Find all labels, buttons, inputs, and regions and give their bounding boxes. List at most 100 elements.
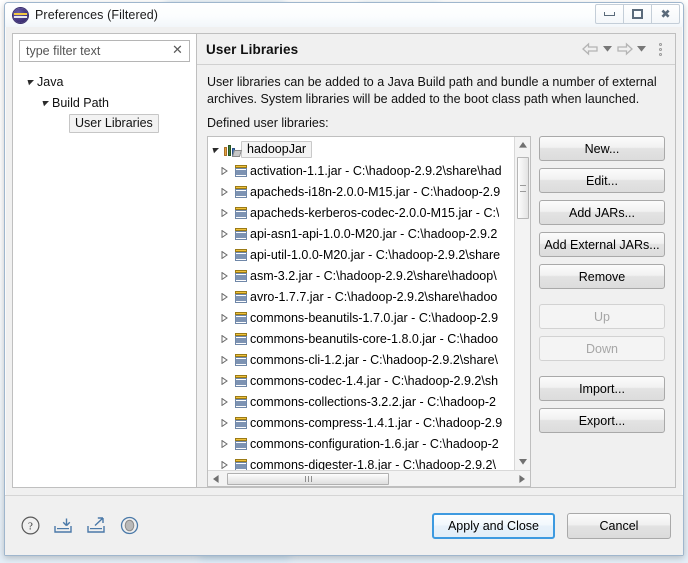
library-entry-row[interactable]: commons-compress-1.4.1.jar - C:\hadoop-2… <box>208 412 514 433</box>
remove-button[interactable]: Remove <box>539 264 665 289</box>
filter-input[interactable] <box>19 40 190 62</box>
expand-arrow-icon[interactable] <box>217 313 232 322</box>
back-arrow-icon[interactable] <box>582 42 599 56</box>
sidebar-item-build-path[interactable]: Build Path <box>19 92 190 113</box>
scroll-down-icon[interactable] <box>515 454 531 470</box>
library-entry-row[interactable]: commons-beanutils-1.7.0.jar - C:\hadoop-… <box>208 307 514 328</box>
library-root-row[interactable]: hadoopJar <box>208 139 514 160</box>
svg-text:?: ? <box>28 521 33 533</box>
library-entry-label: apacheds-kerberos-codec-2.0.0-M15.jar - … <box>250 205 500 220</box>
expand-arrow-icon[interactable] <box>217 292 232 301</box>
library-entry-row[interactable]: commons-collections-3.2.2.jar - C:\hadoo… <box>208 391 514 412</box>
sidebar-item-user-libraries[interactable]: User Libraries <box>19 113 190 134</box>
page-description: User libraries can be added to a Java Bu… <box>207 75 657 106</box>
vertical-scrollbar[interactable] <box>514 137 530 470</box>
expand-arrow-icon[interactable] <box>217 418 232 427</box>
sidebar-item-label: Build Path <box>52 95 109 110</box>
horizontal-scroll-thumb[interactable] <box>227 472 389 485</box>
sidebar-item-label: User Libraries <box>69 114 159 133</box>
library-entry-row[interactable]: commons-configuration-1.6.jar - C:\hadoo… <box>208 433 514 454</box>
apply-and-close-button[interactable]: Apply and Close <box>431 512 555 539</box>
library-entry-label: commons-beanutils-core-1.8.0.jar - C:\ha… <box>250 331 499 346</box>
cancel-button[interactable]: Cancel <box>567 512 671 539</box>
expand-arrow-icon[interactable] <box>40 99 52 107</box>
window-controls: ✖ <box>595 4 680 24</box>
new-button[interactable]: New... <box>539 136 665 161</box>
export-preferences-icon[interactable] <box>85 515 107 537</box>
library-entry-row[interactable]: commons-cli-1.2.jar - C:\hadoop-2.9.2\sh… <box>208 349 514 370</box>
export-button[interactable]: Export... <box>539 408 665 433</box>
library-entry-label: avro-1.7.7.jar - C:\hadoop-2.9.2\share\h… <box>250 289 498 304</box>
footer-buttons: Apply and Close Cancel <box>431 512 671 539</box>
jar-icon <box>232 458 250 470</box>
expand-arrow-icon[interactable] <box>217 439 232 448</box>
expand-arrow-icon[interactable] <box>217 376 232 385</box>
library-entry-label: commons-codec-1.4.jar - C:\hadoop-2.9.2\… <box>250 373 499 388</box>
expand-arrow-icon[interactable] <box>217 397 232 406</box>
library-entry-row[interactable]: commons-beanutils-core-1.8.0.jar - C:\ha… <box>208 328 514 349</box>
add-jars-button[interactable]: Add JARs... <box>539 200 665 225</box>
jar-icon <box>232 185 250 199</box>
jar-icon <box>232 269 250 283</box>
scroll-right-icon[interactable] <box>514 471 530 487</box>
library-entry-row[interactable]: activation-1.1.jar - C:\hadoop-2.9.2\sha… <box>208 160 514 181</box>
collapse-arrow-icon[interactable] <box>208 146 223 154</box>
library-entry-label: activation-1.1.jar - C:\hadoop-2.9.2\sha… <box>250 163 502 178</box>
scroll-left-icon[interactable] <box>208 471 224 487</box>
import-preferences-icon[interactable] <box>52 515 74 537</box>
sidebar-item-label: Java <box>37 74 64 89</box>
page-header: User Libraries <box>197 34 675 65</box>
minimize-button[interactable] <box>595 4 624 24</box>
expand-arrow-icon[interactable] <box>217 271 232 280</box>
jar-icon <box>232 164 250 178</box>
horizontal-scroll-track[interactable] <box>224 471 514 487</box>
scroll-up-icon[interactable] <box>515 137 531 153</box>
vertical-scroll-track[interactable] <box>515 153 531 454</box>
jar-icon <box>232 374 250 388</box>
sidebar-item-java[interactable]: Java <box>19 71 190 92</box>
horizontal-scrollbar[interactable] <box>208 470 530 486</box>
clear-icon[interactable]: ✕ <box>170 43 185 58</box>
library-entry-label: api-asn1-api-1.0.0-M20.jar - C:\hadoop-2… <box>250 226 498 241</box>
close-button[interactable]: ✖ <box>651 4 680 24</box>
expand-arrow-icon[interactable] <box>217 208 232 217</box>
footer-icon-group: ? <box>19 515 140 537</box>
view-menu-icon[interactable] <box>654 41 666 57</box>
library-entry-row[interactable]: commons-codec-1.4.jar - C:\hadoop-2.9.2\… <box>208 370 514 391</box>
expand-arrow-icon[interactable] <box>217 460 232 469</box>
chevron-down-icon[interactable] <box>636 42 647 56</box>
help-icon[interactable]: ? <box>19 515 41 537</box>
chevron-down-icon[interactable] <box>602 42 613 56</box>
edit-button[interactable]: Edit... <box>539 168 665 193</box>
expand-arrow-icon[interactable] <box>217 355 232 364</box>
library-entry-row[interactable]: apacheds-kerberos-codec-2.0.0-M15.jar - … <box>208 202 514 223</box>
import-button[interactable]: Import... <box>539 376 665 401</box>
vertical-scroll-thumb[interactable] <box>516 157 529 219</box>
expand-arrow-icon[interactable] <box>217 334 232 343</box>
expand-arrow-icon[interactable] <box>217 187 232 196</box>
page-navigation <box>582 41 666 57</box>
preferences-tree-pane: ✕ Java Build Path User Libraries <box>12 33 196 488</box>
library-entry-row[interactable]: apacheds-i18n-2.0.0-M15.jar - C:\hadoop-… <box>208 181 514 202</box>
defined-libraries-label: Defined user libraries: <box>207 116 329 130</box>
library-entry-row[interactable]: avro-1.7.7.jar - C:\hadoop-2.9.2\share\h… <box>208 286 514 307</box>
library-entry-row[interactable]: asm-3.2.jar - C:\hadoop-2.9.2\share\hado… <box>208 265 514 286</box>
library-entry-label: apacheds-i18n-2.0.0-M15.jar - C:\hadoop-… <box>250 184 501 199</box>
expand-arrow-icon[interactable] <box>25 78 37 86</box>
maximize-button[interactable] <box>623 4 652 24</box>
library-entry-label: commons-collections-3.2.2.jar - C:\hadoo… <box>250 394 496 409</box>
expand-arrow-icon[interactable] <box>217 166 232 175</box>
jar-icon <box>232 290 250 304</box>
library-entry-row[interactable]: api-util-1.0.0-M20.jar - C:\hadoop-2.9.2… <box>208 244 514 265</box>
library-entry-row[interactable]: api-asn1-api-1.0.0-M20.jar - C:\hadoop-2… <box>208 223 514 244</box>
library-entry-row[interactable]: commons-digester-1.8.jar - C:\hadoop-2.9… <box>208 454 514 470</box>
expand-arrow-icon[interactable] <box>217 229 232 238</box>
filter-field-wrapper: ✕ <box>19 40 190 62</box>
expand-arrow-icon[interactable] <box>217 250 232 259</box>
preferences-dialog: Preferences (Filtered) ✖ ✕ Java <box>4 2 684 556</box>
library-tree[interactable]: hadoopJar activation-1.1.jar - C:\hadoop-… <box>207 136 531 487</box>
forward-arrow-icon[interactable] <box>616 42 633 56</box>
restore-defaults-icon[interactable] <box>118 515 140 537</box>
library-entry-label: commons-digester-1.8.jar - C:\hadoop-2.9… <box>250 457 496 471</box>
add-external-jars-button[interactable]: Add External JARs... <box>539 232 665 257</box>
